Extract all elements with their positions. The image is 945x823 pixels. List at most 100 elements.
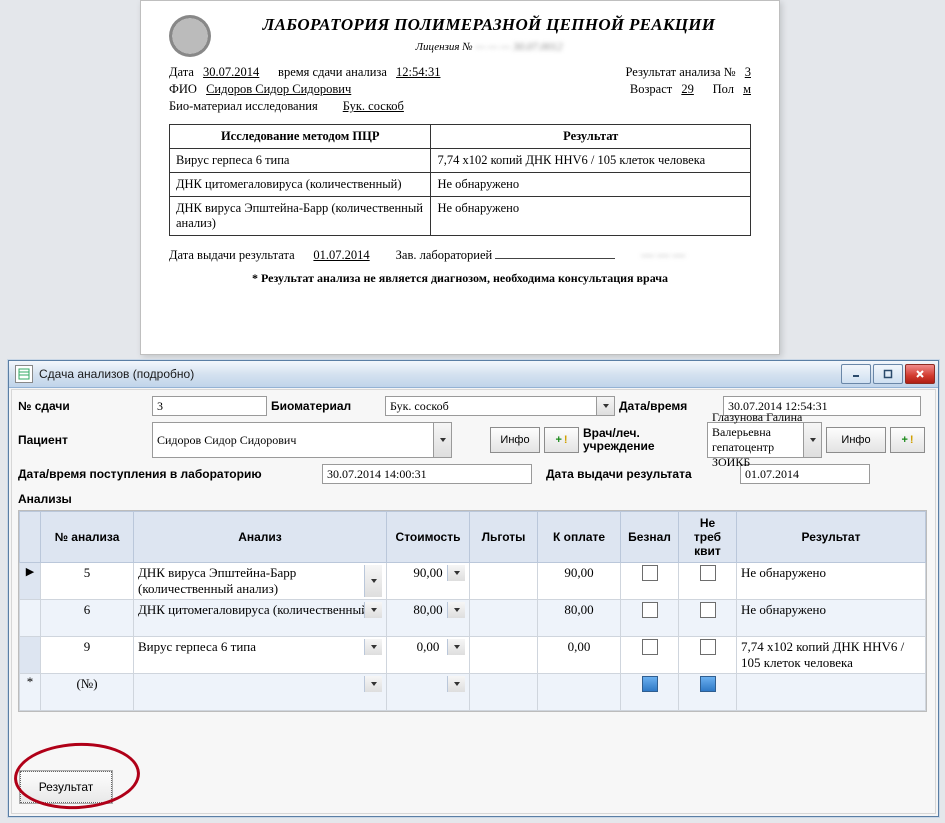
close-button[interactable] [905, 364, 935, 384]
label-arrival: Дата/время поступления в лабораторию [18, 465, 318, 483]
cell-topay[interactable] [538, 674, 621, 711]
col-cashless[interactable]: Безнал [621, 512, 679, 563]
chevron-down-icon[interactable] [596, 397, 614, 415]
age-label: Возраст [630, 82, 672, 96]
form-icon [15, 365, 33, 383]
issue-date-value: 01.07.2014 [313, 248, 369, 262]
test-name: ДНК цитомегаловируса (количественный) [170, 173, 431, 197]
chevron-down-icon[interactable] [364, 676, 382, 692]
titlebar[interactable]: Сдача анализов (подробно) [9, 361, 938, 388]
client-area: № сдачи 3 Биоматериал Бук. соскоб Дата/в… [11, 389, 936, 814]
input-no[interactable]: 3 [152, 396, 267, 416]
col-num[interactable]: № анализа [41, 512, 134, 563]
row-selector[interactable] [20, 637, 41, 674]
cell-discount[interactable] [470, 637, 538, 674]
cell-discount[interactable] [470, 600, 538, 637]
disclaimer: * Результат анализа не является диагнозо… [169, 271, 751, 286]
cell-result[interactable]: 7,74 x102 копий ДНК HHV6 / 105 клеток че… [737, 637, 926, 674]
chevron-down-icon[interactable] [364, 602, 382, 618]
cell-topay[interactable]: 80,00 [538, 600, 621, 637]
chevron-down-icon[interactable] [447, 565, 465, 581]
cell-num[interactable]: 6 [41, 600, 134, 637]
cell-discount[interactable] [470, 563, 538, 600]
cell-cashless[interactable] [621, 600, 679, 637]
cell-analysis[interactable] [134, 674, 387, 711]
add-doctor-button[interactable]: +! [890, 427, 925, 453]
cell-cashless[interactable] [621, 637, 679, 674]
cell-discount[interactable] [470, 674, 538, 711]
resultno-label: Результат анализа № [626, 65, 736, 79]
col-analysis[interactable]: Анализ [134, 512, 387, 563]
cell-result[interactable] [737, 674, 926, 711]
col-result: Результат [431, 125, 751, 149]
chevron-down-icon[interactable] [447, 602, 465, 618]
lab-logo [169, 15, 211, 57]
cell-topay[interactable]: 0,00 [538, 637, 621, 674]
label-doctor: Врач/леч. учреждение [583, 425, 703, 455]
info-button-patient[interactable]: Инфо [490, 427, 540, 453]
cell-topay[interactable]: 90,00 [538, 563, 621, 600]
col-discount[interactable]: Льготы [470, 512, 538, 563]
cell-num[interactable]: (№) [41, 674, 134, 711]
cell-noreceipt[interactable] [679, 674, 737, 711]
cell-cost[interactable]: 80,00 [387, 600, 470, 637]
cell-result[interactable]: Не обнаружено [737, 563, 926, 600]
license-value: — — — 30.07.0012 [475, 41, 562, 53]
chevron-down-icon[interactable] [447, 639, 465, 655]
biomat-label: Био-материал исследования [169, 99, 318, 113]
grid-row: ▶ 5 ДНК вируса Эпштейна-Барр (количестве… [20, 563, 926, 600]
cell-num[interactable]: 9 [41, 637, 134, 674]
info-button-doctor[interactable]: Инфо [826, 427, 886, 453]
analyses-grid[interactable]: № анализа Анализ Стоимость Льготы К опла… [18, 510, 927, 712]
row-selector-new[interactable]: * [20, 674, 41, 711]
cell-analysis[interactable]: ДНК цитомегаловируса (количественный) [134, 600, 387, 637]
maximize-button[interactable] [873, 364, 903, 384]
cell-cashless[interactable] [621, 563, 679, 600]
cell-cost[interactable]: 90,00 [387, 563, 470, 600]
cell-result[interactable]: Не обнаружено [737, 600, 926, 637]
add-patient-button[interactable]: +! [544, 427, 579, 453]
chevron-down-icon[interactable] [364, 565, 382, 597]
combo-biomaterial[interactable]: Бук. соскоб [385, 396, 615, 416]
grid-new-row: * (№) [20, 674, 926, 711]
row-selector[interactable]: ▶ [20, 563, 41, 600]
time-label: время сдачи анализа [278, 65, 387, 79]
cell-analysis[interactable]: Вирус герпеса 6 типа [134, 637, 387, 674]
table-row: ДНК вируса Эпштейна-Барр (количественный… [170, 197, 751, 236]
col-cost[interactable]: Стоимость [387, 512, 470, 563]
cell-cashless[interactable] [621, 674, 679, 711]
cell-noreceipt[interactable] [679, 600, 737, 637]
test-name: Вирус герпеса 6 типа [170, 149, 431, 173]
chevron-down-icon[interactable] [433, 423, 451, 457]
cell-analysis[interactable]: ДНК вируса Эпштейна-Барр (количественный… [134, 563, 387, 600]
fio-value: Сидоров Сидор Сидорович [206, 82, 351, 96]
combo-patient[interactable]: Сидоров Сидор Сидорович [152, 422, 452, 458]
col-noreceipt[interactable]: Не треб квит [679, 512, 737, 563]
window-title: Сдача анализов (подробно) [39, 367, 841, 381]
chevron-down-icon[interactable] [364, 639, 382, 655]
cell-noreceipt[interactable] [679, 637, 737, 674]
grid-row: 6 ДНК цитомегаловируса (количественный) … [20, 600, 926, 637]
test-name: ДНК вируса Эпштейна-Барр (количественный… [170, 197, 431, 236]
report-title: ЛАБОРАТОРИЯ ПОЛИМЕРАЗНОЙ ЦЕПНОЙ РЕАКЦИИ [227, 15, 751, 35]
date-label: Дата [169, 65, 194, 79]
input-arrival[interactable]: 30.07.2014 14:00:31 [322, 464, 532, 484]
time-value: 12:54:31 [396, 65, 440, 79]
date-value: 30.07.2014 [203, 65, 259, 79]
chevron-down-icon[interactable] [803, 423, 821, 457]
pcr-results-table: Исследование методом ПЦР Результат Вирус… [169, 124, 751, 236]
cell-num[interactable]: 5 [41, 563, 134, 600]
chevron-down-icon[interactable] [447, 676, 465, 692]
combo-doctor[interactable]: Глазунова Галина Валерьевна гепатоцентр … [707, 422, 822, 458]
row-selector[interactable] [20, 600, 41, 637]
test-result: Не обнаружено [431, 197, 751, 236]
age-value: 29 [681, 82, 694, 96]
cell-noreceipt[interactable] [679, 563, 737, 600]
issue-date-label: Дата выдачи результата [169, 248, 295, 262]
result-button[interactable]: Результат [20, 771, 112, 803]
minimize-button[interactable] [841, 364, 871, 384]
col-result[interactable]: Результат [737, 512, 926, 563]
col-topay[interactable]: К оплате [538, 512, 621, 563]
cell-cost[interactable]: 0,00 [387, 637, 470, 674]
cell-cost[interactable] [387, 674, 470, 711]
